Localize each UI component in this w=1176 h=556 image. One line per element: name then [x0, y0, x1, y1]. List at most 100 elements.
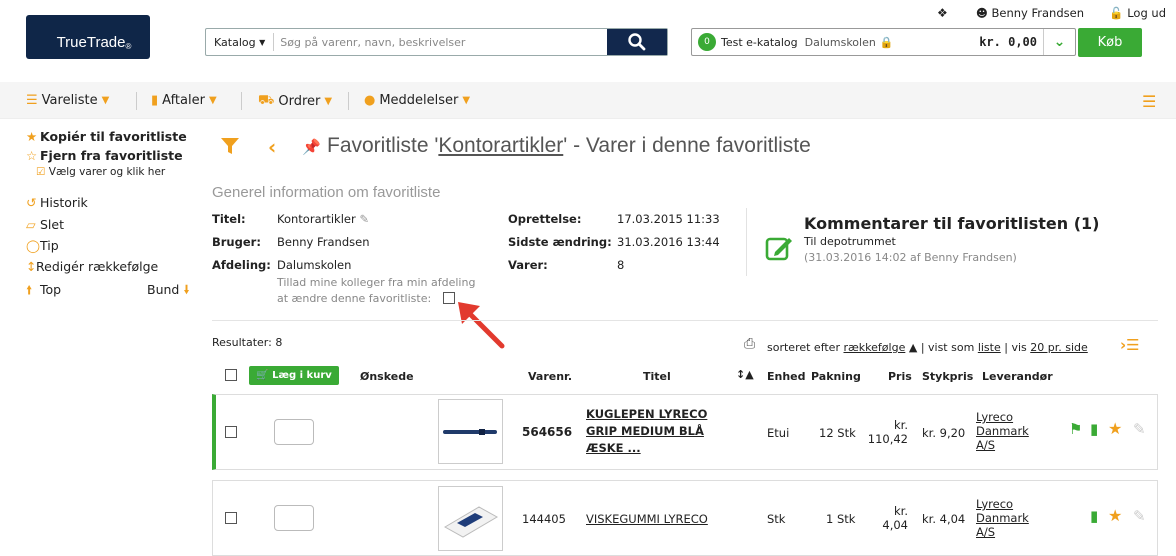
- row-title-link[interactable]: VISKEGUMMI LYRECO: [586, 512, 708, 526]
- comment-text: Til depotrummet: [804, 235, 896, 248]
- varer-value: 8: [617, 258, 625, 272]
- oprettelse-label: Oprettelse:: [508, 212, 582, 226]
- row-checkbox[interactable]: [225, 426, 237, 438]
- user-menu[interactable]: ☻ Benny Frandsen: [976, 6, 1084, 20]
- sidebar-item-edit-order[interactable]: ↕Redigér rækkefølge: [26, 259, 158, 274]
- copy-to-favorites[interactable]: ★ Kopiér til favoritliste: [26, 129, 187, 144]
- supplier-line: Lyreco: [976, 497, 1014, 511]
- remove-from-favorites[interactable]: ☆ Fjern fra favoritliste: [26, 148, 183, 163]
- col-unit[interactable]: Enhed: [767, 370, 806, 383]
- sidebar-item-top[interactable]: 🠙 Top: [26, 281, 61, 302]
- per-page-link[interactable]: 20 pr. side: [1030, 341, 1088, 354]
- document-icon[interactable]: ▮: [1090, 507, 1098, 525]
- cart-bar[interactable]: 0 Test e-katalog Dalumskolen 🔒 kr. 0,00 …: [691, 28, 1076, 56]
- logout-link[interactable]: 🔓 Log ud: [1109, 6, 1166, 20]
- select-hint: ☑ Vælg varer og klik her: [36, 166, 165, 178]
- star-icon[interactable]: ★: [1108, 506, 1122, 525]
- pin-icon[interactable]: 📌: [302, 138, 321, 156]
- price-amount: 4,04: [882, 518, 908, 532]
- row-title-link[interactable]: KUGLEPEN LYRECO GRIP MEDIUM BLÅ ÆSKE ...: [586, 406, 707, 457]
- nav-divider: [241, 92, 242, 110]
- next-page-icon[interactable]: ›☰: [1120, 336, 1140, 354]
- col-unit-price[interactable]: Stykpris: [922, 370, 973, 383]
- afdeling-value: Dalumskolen: [277, 258, 352, 272]
- varer-label: Varer:: [508, 258, 548, 272]
- quantity-input[interactable]: [274, 505, 314, 531]
- sidebar-item-bottom[interactable]: Bund 🠛: [147, 281, 197, 302]
- row-supplier-link[interactable]: Lyreco Danmark A/S: [976, 497, 1029, 539]
- col-itemno[interactable]: Varenr.: [528, 370, 572, 383]
- supplier-line: Danmark: [976, 424, 1029, 438]
- arrow-up-icon: 🠙: [26, 282, 33, 297]
- cart-dropdown-button[interactable]: ⌄: [1043, 29, 1075, 55]
- print-icon[interactable]: ⎙: [744, 336, 755, 352]
- titel-text: Kontorartikler: [277, 212, 356, 226]
- help-icon[interactable]: ❖: [937, 6, 948, 20]
- nav-vareliste[interactable]: ☰ Vareliste ▼: [26, 93, 109, 108]
- sort-up-icon[interactable]: ▲: [909, 341, 917, 354]
- nav-meddelelser[interactable]: ● Meddelelser ▼: [364, 93, 470, 108]
- sidebar-label: Historik: [40, 195, 88, 210]
- user-icon: ☻: [975, 6, 988, 20]
- cart-icon: 🛒: [256, 370, 269, 381]
- col-pack[interactable]: Pakning: [811, 370, 861, 383]
- sidebar-item-tip[interactable]: ◯Tip: [26, 238, 59, 253]
- nav-label: Vareliste: [41, 93, 98, 108]
- row-unit-price: kr. 4,04: [922, 512, 966, 526]
- truetrade-logo[interactable]: TrueTrade ®: [26, 15, 150, 59]
- pencil-icon[interactable]: ✎: [359, 212, 369, 226]
- row-itemno: 144405: [522, 512, 566, 526]
- buy-button[interactable]: Køb: [1078, 28, 1142, 57]
- info-divider: [746, 208, 747, 276]
- sort-icon[interactable]: ↕▲: [736, 368, 754, 381]
- comment-edit-icon[interactable]: [765, 234, 795, 267]
- sidebar-item-delete[interactable]: ▱ Slet: [26, 217, 64, 232]
- cart-catalog: Test e-katalog: [721, 35, 798, 49]
- select-all-checkbox[interactable]: [225, 369, 237, 381]
- col-price[interactable]: Pris: [888, 370, 912, 383]
- col-title[interactable]: Titel: [643, 370, 671, 383]
- edit-icon[interactable]: ✎: [1133, 420, 1146, 438]
- search-input[interactable]: Søg på varenr, navn, beskrivelser: [274, 36, 607, 49]
- chevron-down-icon: ▼: [462, 95, 471, 106]
- filter-icon[interactable]: [220, 136, 240, 159]
- sidebar-item-history[interactable]: ↺ Historik: [26, 195, 88, 210]
- edit-icon[interactable]: ✎: [1133, 507, 1146, 525]
- chevron-down-icon: ⌄: [1053, 34, 1066, 50]
- comments-title[interactable]: Kommentarer til favoritlisten (1): [804, 214, 1099, 233]
- flag-icon[interactable]: ⚑: [1069, 420, 1082, 438]
- supplier-line: Danmark: [976, 511, 1029, 525]
- cart-org: Dalumskolen: [804, 35, 876, 49]
- row-checkbox[interactable]: [225, 512, 237, 524]
- back-icon[interactable]: ‹: [268, 135, 276, 159]
- search-scope-select[interactable]: Katalog ▼: [206, 33, 275, 51]
- star-icon[interactable]: ★: [1108, 419, 1122, 438]
- document-icon[interactable]: ▮: [1090, 420, 1098, 438]
- star-icon: ★: [26, 129, 38, 144]
- search-icon: [628, 33, 646, 51]
- search-button[interactable]: [607, 29, 667, 55]
- arrow-down-icon: 🠛: [183, 282, 190, 297]
- sort-field-link[interactable]: rækkefølge: [843, 341, 905, 354]
- view-mode-link[interactable]: liste: [978, 341, 1001, 354]
- page-title: Favoritliste 'Kontorartikler' - Varer i …: [327, 134, 811, 158]
- nav-aftaler[interactable]: ▮ Aftaler ▼: [151, 93, 217, 108]
- quantity-input[interactable]: [274, 419, 314, 445]
- nav-ordrer[interactable]: ⛟ Ordrer ▼: [258, 93, 332, 110]
- hint-text: Vælg varer og klik her: [48, 166, 166, 178]
- results-options: sorteret efter rækkefølge ▲ | vist som l…: [767, 341, 1088, 354]
- title-link[interactable]: Kontorartikler: [438, 134, 563, 157]
- add-to-cart-button[interactable]: 🛒 Læg i kurv: [249, 366, 339, 385]
- chat-icon: ●: [364, 93, 376, 108]
- bruger-value: Benny Frandsen: [277, 235, 370, 249]
- hamburger-menu-icon[interactable]: ☰: [1142, 92, 1156, 111]
- product-image[interactable]: [438, 486, 503, 551]
- sidebar-label: Bund: [147, 282, 180, 297]
- product-image[interactable]: [438, 399, 503, 464]
- col-supplier[interactable]: Leverandør: [982, 370, 1053, 383]
- list-icon: ☰: [26, 93, 38, 108]
- row-supplier-link[interactable]: Lyreco Danmark A/S: [976, 410, 1029, 452]
- divider: [212, 320, 1158, 321]
- sorted-by-label: sorteret efter: [767, 341, 840, 354]
- supplier-line: A/S: [976, 438, 996, 452]
